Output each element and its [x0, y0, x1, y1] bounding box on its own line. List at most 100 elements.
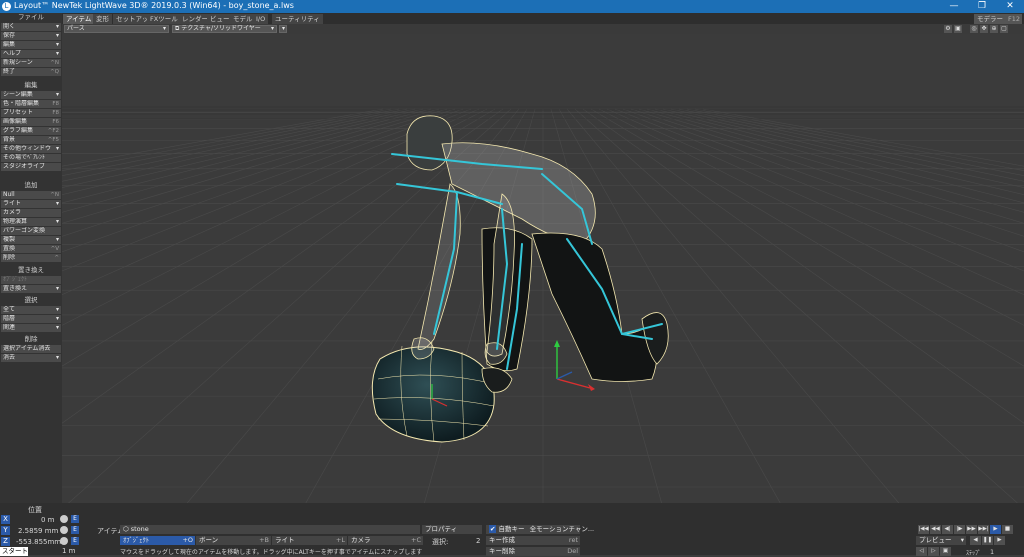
- left-panel-button[interactable]: 階層 ▾: [1, 315, 61, 323]
- left-panel-button[interactable]: 選択アイテム消去: [1, 345, 61, 353]
- scene-canvas: [62, 106, 1024, 508]
- left-panel-button[interactable]: 編集 ▾: [1, 41, 61, 49]
- e-toggle-icon[interactable]: E: [71, 537, 79, 545]
- left-panel-button[interactable]: 削除 ^: [1, 254, 61, 262]
- left-panel-button[interactable]: その他ウィンドウ ▾: [1, 145, 61, 153]
- objects-tab[interactable]: ｵﾌﾞｼﾞｪｸﾄ +O: [120, 536, 195, 545]
- left-panel-button[interactable]: 新規シーン ^N: [1, 59, 61, 67]
- bones-tab[interactable]: ボーン +B: [196, 536, 271, 545]
- left-panel-button[interactable]: 物理演算 ▾: [1, 218, 61, 226]
- chevron-down-icon: ▾: [55, 324, 59, 331]
- eye-icon[interactable]: [60, 526, 68, 534]
- left-panel-button-label: 選択アイテム消去: [3, 345, 51, 352]
- stone-object: [371, 341, 495, 443]
- e-toggle-icon[interactable]: E: [71, 526, 79, 534]
- prev-frame-button[interactable]: ◀|: [942, 525, 953, 534]
- lights-tab[interactable]: ライト +L: [272, 536, 347, 545]
- left-panel-button[interactable]: 色・階層編集 F8: [1, 100, 61, 108]
- preview-select[interactable]: プレビュー ▾: [916, 536, 966, 545]
- modeler-button[interactable]: モデラー F12: [974, 14, 1022, 24]
- left-panel-button[interactable]: Null ^N: [1, 191, 61, 199]
- left-panel-button-label: ｵﾌﾞｼﾞｪｸﾄ: [3, 276, 28, 283]
- left-panel-button[interactable]: グラフ編集 ^F2: [1, 127, 61, 135]
- left-panel-button[interactable]: ライト ▾: [1, 200, 61, 208]
- zoom-icon[interactable]: ⊕: [990, 25, 998, 33]
- tab-utilities[interactable]: ユーティリティ: [272, 14, 323, 24]
- left-panel-button[interactable]: プリセット F8: [1, 109, 61, 117]
- minimize-button[interactable]: —: [940, 0, 968, 13]
- next-key-button[interactable]: ▶▶: [966, 525, 977, 534]
- left-panel-button[interactable]: 複製 ▾: [1, 236, 61, 244]
- left-panel-button[interactable]: 置き換え ▾: [1, 285, 61, 293]
- left-panel-button: ｵﾌﾞｼﾞｪｸﾄ: [1, 276, 61, 284]
- item-select[interactable]: ⬡ stone: [120, 525, 420, 534]
- left-panel-button[interactable]: 画像編集 F6: [1, 118, 61, 126]
- left-panel-button[interactable]: 置換 ^V: [1, 245, 61, 253]
- left-panel-button-label: 全て: [3, 306, 16, 313]
- x-axis-toggle[interactable]: X: [1, 515, 10, 524]
- render-mode-select[interactable]: ⧉ テクスチャ/ソリッドワイヤー ▾: [172, 25, 277, 33]
- perspective-viewport[interactable]: [62, 34, 1024, 508]
- left-panel-button[interactable]: パワーゴン変換: [1, 227, 61, 235]
- play-button[interactable]: ▶: [990, 525, 1001, 534]
- chevron-down-icon: ▾: [55, 236, 59, 243]
- play-forward-button[interactable]: ▶: [994, 536, 1005, 545]
- move-icon[interactable]: ✥: [980, 25, 988, 33]
- left-panel-button[interactable]: 関連 ▾: [1, 324, 61, 332]
- chevron-down-icon: ▾: [55, 50, 59, 57]
- play-reverse-button[interactable]: ◀: [970, 536, 981, 545]
- eye-icon[interactable]: [60, 537, 68, 545]
- y-axis-toggle[interactable]: Y: [1, 526, 10, 535]
- left-panel-button-label: カメラ: [3, 209, 22, 216]
- render-options-dropdown[interactable]: ▾: [279, 25, 287, 33]
- checkbox-icon[interactable]: ✔: [489, 525, 497, 533]
- left-panel-button-label: その他ウィンドウ: [3, 145, 52, 152]
- left-panel-button[interactable]: 終了 ^Q: [1, 68, 61, 76]
- maximize-icon[interactable]: ▢: [1000, 25, 1008, 33]
- stop-button[interactable]: ■: [1002, 525, 1013, 534]
- left-panel-button[interactable]: ヘルプ ▾: [1, 50, 61, 58]
- left-panel-button[interactable]: 消去 ▾: [1, 354, 61, 362]
- x-position-value[interactable]: 0 m: [41, 516, 55, 524]
- properties-button[interactable]: プロパティ: [422, 525, 482, 534]
- rotate-icon[interactable]: ◎: [970, 25, 978, 33]
- pause-button[interactable]: ❚❚: [982, 536, 993, 545]
- first-frame-button[interactable]: |◀◀: [918, 525, 929, 534]
- gear-icon[interactable]: ⚙: [944, 25, 952, 33]
- tab-io[interactable]: I/O: [253, 14, 269, 24]
- left-panel-button[interactable]: カメラ: [1, 209, 61, 217]
- y-position-value[interactable]: 2.5859 mm: [18, 527, 58, 535]
- left-panel-button[interactable]: 全て ▾: [1, 306, 61, 314]
- menu-tabs: アイテム 変形 セットアップ FXツール レンダー ビュー モデル I/O ユー…: [0, 13, 1024, 24]
- maximize-button[interactable]: ❐: [968, 0, 996, 13]
- autokey-control[interactable]: ✔ 自動キー 全モーションチャン...: [486, 525, 594, 534]
- left-panel-button[interactable]: スタジオライブ: [1, 163, 61, 171]
- create-key-shortcut: ret: [568, 536, 578, 544]
- close-button[interactable]: ✕: [996, 0, 1024, 13]
- view-mode-select[interactable]: パース ▾: [64, 25, 169, 33]
- left-panel-button[interactable]: 開く ▾: [1, 23, 61, 31]
- z-axis-toggle[interactable]: Z: [1, 537, 10, 546]
- next-frame-button[interactable]: |▶: [954, 525, 965, 534]
- tab-item[interactable]: アイテム: [63, 14, 95, 24]
- left-panel-button-label: 編集: [3, 41, 16, 48]
- tab-view[interactable]: ビュー: [207, 14, 233, 24]
- grid-size-value: 1 m: [62, 547, 76, 555]
- left-panel-button[interactable]: 背景 ^F5: [1, 136, 61, 144]
- tab-modify[interactable]: 変形: [93, 14, 112, 24]
- left-panel-button[interactable]: その場でﾍﾟｱﾚﾝﾄ: [1, 154, 61, 162]
- last-frame-button[interactable]: ▶▶|: [978, 525, 989, 534]
- preview-label: プレビュー: [919, 536, 952, 544]
- view-mode-value: パース: [67, 25, 85, 32]
- tab-model[interactable]: モデル: [230, 14, 256, 24]
- render-icon[interactable]: ▣: [954, 25, 962, 33]
- e-toggle-icon[interactable]: E: [71, 515, 79, 523]
- left-panel-button[interactable]: 保存 ▾: [1, 32, 61, 40]
- left-panel-button[interactable]: シーン編集 ▾: [1, 91, 61, 99]
- eye-icon[interactable]: [60, 515, 68, 523]
- z-position-value[interactable]: -553.855mm: [16, 538, 61, 546]
- camera-tab[interactable]: カメラ +C: [348, 536, 423, 545]
- prev-key-button[interactable]: ◀◀: [930, 525, 941, 534]
- tab-fxtools[interactable]: FXツール: [147, 14, 181, 24]
- create-key-button[interactable]: キー作成 ret: [486, 536, 580, 545]
